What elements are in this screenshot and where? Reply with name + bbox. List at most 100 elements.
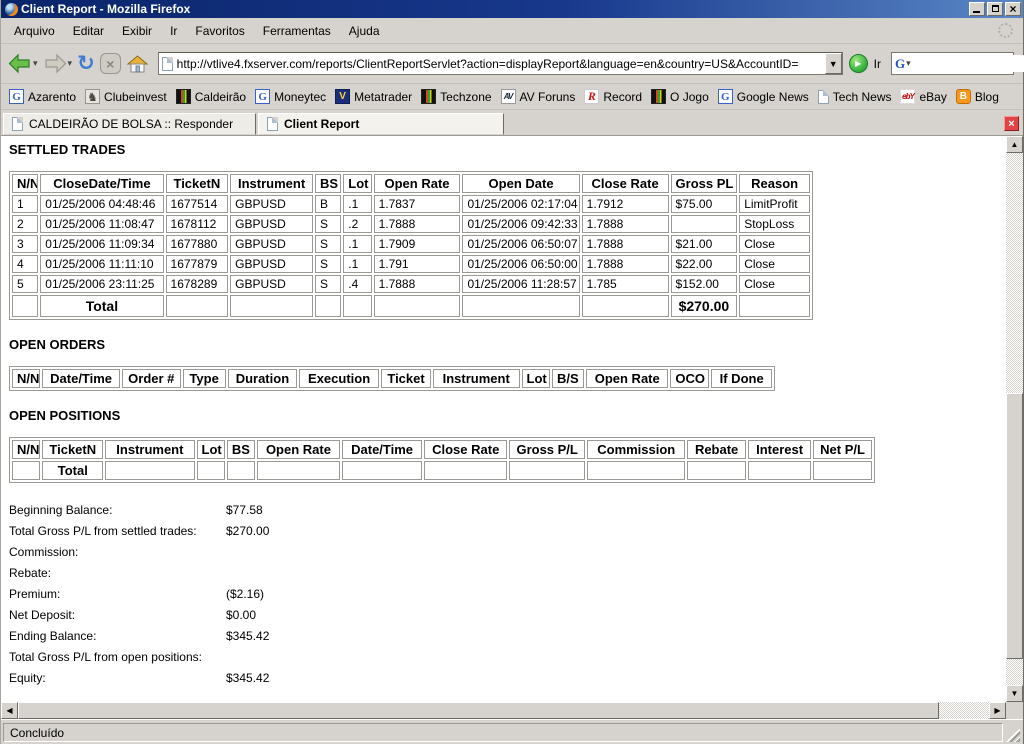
table-header-row: N/N CloseDate/Time TicketN Instrument BS… bbox=[12, 174, 810, 193]
cell bbox=[509, 461, 585, 480]
bookmark-moneytec[interactable]: GMoneytec bbox=[253, 87, 333, 106]
col-header: Gross PL bbox=[671, 174, 738, 193]
col-header: BS bbox=[227, 440, 255, 459]
forward-dropdown-caret[interactable]: ▾ bbox=[68, 58, 73, 69]
bookmark-clubeinvest[interactable]: ♞Clubeinvest bbox=[83, 87, 174, 106]
menu-favoritos[interactable]: Favoritos bbox=[186, 21, 253, 41]
search-engine-caret[interactable]: ▾ bbox=[906, 58, 911, 69]
bookmark-label: Caldeirão bbox=[195, 90, 246, 104]
cell bbox=[343, 295, 371, 317]
open-orders-table: N/N Date/Time Order # Type Duration Exec… bbox=[9, 366, 775, 391]
summary-label: Total Gross P/L from open positions: bbox=[9, 650, 226, 664]
table-row: 301/25/2006 11:09:341677880GBPUSDS.11.79… bbox=[12, 235, 810, 253]
col-header: Instrument bbox=[105, 440, 194, 459]
summary-row: Total Gross P/L from settled trades:$270… bbox=[9, 524, 1006, 538]
tab-label: CALDEIRÃO DE BOLSA :: Responder bbox=[29, 117, 233, 131]
cell: .1 bbox=[343, 195, 371, 213]
cell: 3 bbox=[12, 235, 38, 253]
cell: S bbox=[315, 235, 341, 253]
menu-ajuda[interactable]: Ajuda bbox=[340, 21, 389, 41]
summary-value: $0.00 bbox=[226, 608, 256, 622]
vertical-scrollbar: ▲ ▼ bbox=[1006, 136, 1023, 702]
close-button[interactable]: × bbox=[1005, 2, 1021, 16]
back-arrow-icon bbox=[8, 53, 32, 75]
summary-value: $345.42 bbox=[226, 671, 269, 685]
horizontal-scroll-track[interactable] bbox=[939, 702, 989, 719]
close-tab-button[interactable]: × bbox=[1004, 116, 1019, 131]
bookmark-o-jogo[interactable]: O Jogo bbox=[649, 87, 716, 106]
cell: 01/25/2006 06:50:07 bbox=[462, 235, 579, 253]
scroll-right-button[interactable]: ▶ bbox=[989, 702, 1006, 719]
tab-label: Client Report bbox=[284, 117, 359, 131]
search-input[interactable] bbox=[913, 55, 1024, 72]
reload-button[interactable]: ↻ bbox=[75, 51, 97, 76]
cell: B bbox=[315, 195, 341, 213]
cell bbox=[105, 461, 194, 480]
horizontal-scroll-thumb[interactable] bbox=[18, 702, 939, 719]
scroll-left-button[interactable]: ◀ bbox=[1, 702, 18, 719]
url-dropdown-button[interactable]: ▼ bbox=[825, 53, 842, 74]
bookmark-azarento[interactable]: GAzarento bbox=[7, 87, 83, 106]
tab-caldeirao-de-bolsa[interactable]: CALDEIRÃO DE BOLSA :: Responder bbox=[3, 113, 256, 135]
menu-ir[interactable]: Ir bbox=[161, 21, 186, 41]
status-text: Concluído bbox=[3, 723, 1003, 742]
menu-exibir[interactable]: Exibir bbox=[113, 21, 161, 41]
menu-arquivo[interactable]: Arquivo bbox=[5, 21, 64, 41]
col-header: Execution bbox=[299, 369, 379, 388]
cell bbox=[227, 461, 255, 480]
bookmark-ebay[interactable]: ebYeBay bbox=[898, 87, 953, 106]
cell bbox=[166, 295, 229, 317]
summary-row: Total Gross P/L from open positions: bbox=[9, 650, 1006, 664]
scroll-down-button[interactable]: ▼ bbox=[1006, 685, 1023, 702]
cell: StopLoss bbox=[739, 215, 810, 233]
bookmark-av-foruns[interactable]: AVAV Foruns bbox=[499, 87, 583, 106]
bookmark-caldeirao[interactable]: Caldeirão bbox=[174, 87, 253, 106]
summary-label: Equity: bbox=[9, 671, 226, 685]
cell: 1.7837 bbox=[374, 195, 461, 213]
stop-button[interactable]: × bbox=[98, 51, 123, 76]
resize-grip[interactable] bbox=[1006, 728, 1020, 742]
col-header: TicketN bbox=[42, 440, 103, 459]
back-button[interactable]: ▾ bbox=[6, 51, 40, 77]
cell: $152.00 bbox=[671, 275, 738, 293]
cell: 01/25/2006 11:09:34 bbox=[40, 235, 163, 253]
restore-button[interactable] bbox=[987, 2, 1003, 16]
col-header: Commission bbox=[587, 440, 685, 459]
cell: LimitProfit bbox=[739, 195, 810, 213]
go-button[interactable]: ▶ bbox=[849, 54, 868, 73]
page-icon bbox=[12, 117, 23, 131]
bookmark-label: Metatrader bbox=[354, 90, 412, 104]
col-header: Close Rate bbox=[582, 174, 669, 193]
vertical-scroll-track[interactable] bbox=[1006, 153, 1023, 685]
bookmark-record[interactable]: RRecord bbox=[582, 87, 649, 106]
tab-client-report[interactable]: Client Report bbox=[258, 113, 504, 135]
vertical-scroll-thumb[interactable] bbox=[1006, 393, 1023, 659]
url-input[interactable] bbox=[177, 55, 825, 72]
col-header: Ticket bbox=[381, 369, 431, 388]
total-value: $270.00 bbox=[671, 295, 738, 317]
bookmark-tech-news[interactable]: Tech News bbox=[816, 88, 899, 106]
bookmark-blog[interactable]: BBlog bbox=[954, 87, 1006, 106]
col-header: N/N bbox=[12, 369, 40, 388]
minimize-button[interactable] bbox=[969, 2, 985, 16]
minimize-icon bbox=[973, 11, 980, 13]
cell: GBPUSD bbox=[230, 275, 313, 293]
bookmark-metatrader[interactable]: VMetatrader bbox=[333, 87, 419, 106]
browser-window: Client Report - Mozilla Firefox × Arquiv… bbox=[0, 0, 1024, 744]
col-header: If Done bbox=[711, 369, 772, 388]
bookmark-label: Azarento bbox=[28, 90, 76, 104]
scroll-up-button[interactable]: ▲ bbox=[1006, 136, 1023, 153]
forward-button[interactable]: ▾ bbox=[41, 51, 75, 77]
scrollbar-corner bbox=[1006, 702, 1023, 719]
page-icon bbox=[818, 90, 829, 104]
cell: GBPUSD bbox=[230, 215, 313, 233]
cell: GBPUSD bbox=[230, 235, 313, 253]
bookmark-label: eBay bbox=[919, 90, 946, 104]
menu-ferramentas[interactable]: Ferramentas bbox=[254, 21, 340, 41]
bookmark-techzone[interactable]: Techzone bbox=[419, 87, 498, 106]
back-dropdown-caret[interactable]: ▾ bbox=[33, 58, 38, 69]
home-button[interactable] bbox=[124, 51, 151, 77]
settled-trades-heading: SETTLED TRADES bbox=[9, 142, 1006, 157]
bookmark-google-news[interactable]: GGoogle News bbox=[716, 87, 816, 106]
menu-editar[interactable]: Editar bbox=[64, 21, 113, 41]
